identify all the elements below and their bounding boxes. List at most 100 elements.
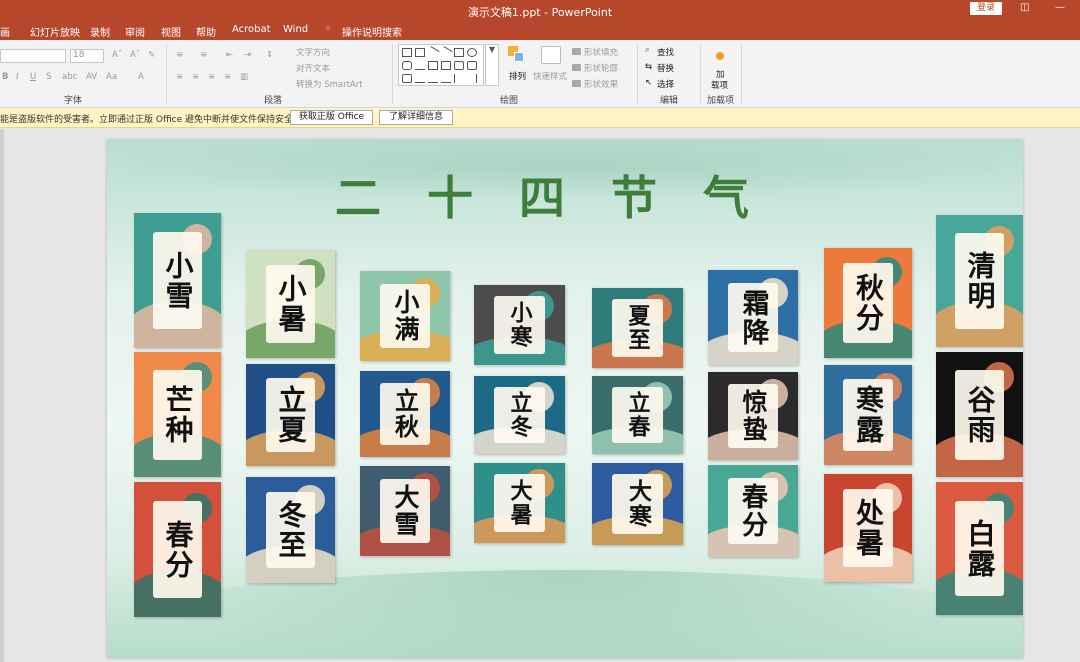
tab-review[interactable]: 审阅 — [125, 24, 145, 39]
tab-slideshow[interactable]: 幻灯片放映 — [30, 24, 80, 39]
numbering-icon[interactable]: ≡ — [200, 50, 207, 60]
curve-shape-icon[interactable] — [415, 74, 425, 83]
solar-term-card[interactable]: 立冬 — [474, 376, 565, 454]
char-spacing-icon[interactable]: abc — [62, 72, 77, 82]
solar-term-card[interactable]: 小寒 — [474, 285, 565, 365]
font-size-box[interactable]: 18 — [70, 49, 104, 63]
textbox-vertical-shape-icon[interactable] — [415, 48, 425, 57]
arrow-shape-icon[interactable] — [439, 46, 453, 59]
justify-icon[interactable]: ≡ — [224, 72, 231, 82]
solar-term-card[interactable]: 秋分 — [824, 248, 912, 358]
quick-styles-button[interactable]: 快速样式 — [533, 70, 567, 82]
freeform-shape-icon[interactable] — [441, 74, 451, 83]
solar-term-card[interactable]: 清明 — [936, 215, 1023, 347]
indent-more-icon[interactable]: ⇥ — [244, 50, 251, 60]
tab-acrobat[interactable]: Acrobat — [232, 24, 271, 35]
columns-icon[interactable]: ▥ — [240, 72, 248, 82]
connector2-shape-icon[interactable] — [441, 61, 451, 70]
cursor-icon: ↖ — [645, 78, 653, 88]
select-button[interactable]: 选择 — [657, 78, 674, 90]
arrange-icon[interactable] — [508, 46, 526, 64]
bullets-icon[interactable]: ≡ — [176, 50, 183, 60]
solar-term-card[interactable]: 小满 — [360, 271, 450, 361]
restore-icon[interactable]: ◫ — [1020, 2, 1029, 13]
solar-term-card[interactable]: 惊蛰 — [708, 372, 798, 460]
rectangle-shape-icon[interactable] — [454, 48, 464, 57]
clear-format-icon[interactable]: ✎ — [148, 50, 155, 60]
line-spacing-icon[interactable]: ↕ — [266, 50, 273, 60]
shape-outline-button[interactable]: 形状轮廓 — [584, 62, 618, 74]
arrange-button[interactable]: 排列 — [509, 70, 526, 82]
wave-shape-icon[interactable] — [428, 74, 438, 83]
tab-view[interactable]: 视图 — [161, 24, 181, 39]
align-text-button[interactable]: 对齐文本 — [296, 62, 330, 74]
triangle-shape-icon[interactable] — [415, 61, 425, 70]
solar-term-card[interactable]: 大雪 — [360, 466, 450, 556]
solar-term-card[interactable]: 霜降 — [708, 270, 798, 365]
align-center-icon[interactable]: ≡ — [192, 72, 199, 82]
solar-term-card[interactable]: 立夏 — [246, 364, 335, 466]
get-genuine-office-button[interactable]: 获取正版 Office — [290, 110, 373, 125]
solar-term-card[interactable]: 处暑 — [824, 474, 912, 582]
underline-icon[interactable]: U — [30, 72, 36, 82]
tab-draw[interactable]: 画 — [0, 24, 10, 39]
shapes-more-icon[interactable]: ▼ — [485, 44, 499, 86]
change-case-icon[interactable]: Aa — [106, 72, 117, 82]
solar-term-card[interactable]: 大暑 — [474, 463, 565, 543]
font-shrink-icon[interactable]: Aˇ — [130, 50, 140, 60]
quick-styles-icon[interactable] — [541, 46, 561, 64]
solar-term-card[interactable]: 立秋 — [360, 371, 450, 457]
login-button[interactable]: 登录 — [970, 2, 1002, 15]
solar-term-card[interactable]: 谷雨 — [936, 352, 1023, 477]
tab-help[interactable]: 帮助 — [196, 24, 216, 39]
textbox-shape-icon[interactable] — [402, 48, 412, 57]
convert-smartart-button[interactable]: 转换为 SmartArt — [296, 78, 363, 90]
font-grow-icon[interactable]: Aˆ — [112, 50, 122, 60]
right-arrow-shape-icon[interactable] — [454, 61, 464, 70]
bold-icon[interactable]: B — [2, 72, 8, 82]
spacing-icon[interactable]: AV — [86, 72, 97, 82]
learn-more-button[interactable]: 了解详细信息 — [379, 110, 453, 125]
solar-term-card[interactable]: 春分 — [134, 482, 221, 617]
thumbnail-pane-edge[interactable] — [0, 129, 4, 662]
replace-button[interactable]: 替换 — [657, 62, 674, 74]
solar-term-card[interactable]: 大寒 — [592, 463, 683, 545]
slide-title[interactable]: 二十四节气 — [107, 162, 1023, 228]
rounded-rect-shape-icon[interactable] — [402, 61, 412, 70]
brace-left-shape-icon[interactable] — [454, 74, 464, 83]
line-shape-icon[interactable] — [426, 46, 440, 59]
align-right-icon[interactable]: ≡ — [208, 72, 215, 82]
tab-record[interactable]: 录制 — [90, 24, 110, 39]
font-name-box[interactable] — [0, 49, 66, 63]
tell-me-search[interactable]: 操作说明搜索 — [342, 24, 402, 39]
tab-wind[interactable]: Wind — [283, 24, 308, 35]
brace-right-shape-icon[interactable] — [467, 74, 477, 83]
solar-term-card[interactable]: 冬至 — [246, 477, 335, 583]
solar-term-card[interactable]: 寒露 — [824, 365, 912, 465]
minimize-icon[interactable]: — — [1055, 2, 1065, 13]
find-button[interactable]: 查找 — [657, 46, 674, 58]
solar-term-card[interactable]: 春分 — [708, 465, 798, 557]
italic-icon[interactable]: I — [16, 72, 19, 82]
connector-shape-icon[interactable] — [428, 61, 438, 70]
text-direction-button[interactable]: 文字方向 — [296, 46, 330, 58]
solar-term-card[interactable]: 小暑 — [246, 250, 335, 358]
strike-icon[interactable]: S — [46, 72, 51, 82]
indent-less-icon[interactable]: ⇤ — [226, 50, 233, 60]
solar-term-card[interactable]: 小雪 — [134, 213, 221, 348]
shape-fill-button[interactable]: 形状填充 — [584, 46, 618, 58]
slide-canvas[interactable]: 二十四节气 小雪 芒种 春分 小暑 立夏 冬至 小满 立秋 大雪 小寒 立冬 大暑 夏至 立春 大寒 霜降 惊蛰… — [107, 140, 1023, 658]
down-arrow-shape-icon[interactable] — [467, 61, 477, 70]
align-left-icon[interactable]: ≡ — [176, 72, 183, 82]
solar-term-card[interactable]: 立春 — [592, 376, 683, 454]
addins-icon[interactable] — [716, 52, 724, 60]
shapes-gallery[interactable] — [398, 44, 484, 86]
font-color-icon[interactable]: A — [138, 72, 144, 82]
solar-term-card[interactable]: 芒种 — [134, 352, 221, 477]
shape-effects-button[interactable]: 形状效果 — [584, 78, 618, 90]
solar-term-card[interactable]: 夏至 — [592, 288, 683, 368]
solar-term-card[interactable]: 白露 — [936, 482, 1023, 615]
addins-button-line2[interactable]: 载项 — [711, 79, 728, 91]
oval-shape-icon[interactable] — [467, 48, 477, 57]
star-shape-icon[interactable] — [402, 74, 412, 83]
